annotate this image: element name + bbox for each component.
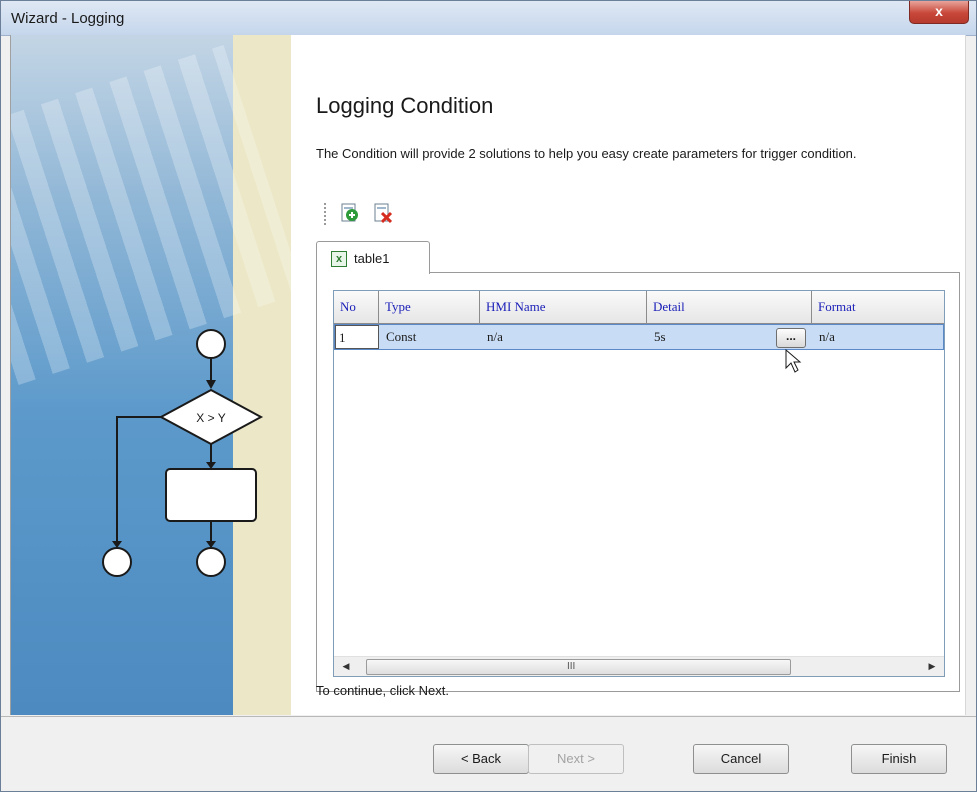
scrollbar-grip: III bbox=[567, 661, 576, 672]
wizard-banner: X > Y bbox=[11, 35, 291, 715]
mouse-pointer-icon bbox=[785, 349, 802, 373]
next-button[interactable]: Next > bbox=[528, 744, 624, 774]
scroll-left-icon[interactable]: ◀ bbox=[338, 658, 354, 675]
add-row-icon bbox=[341, 203, 358, 222]
title-bar[interactable]: Wizard - Logging x bbox=[1, 1, 976, 36]
cell-no[interactable]: 1 bbox=[335, 325, 379, 349]
flow-arrowhead bbox=[206, 462, 216, 469]
flow-connector bbox=[116, 416, 161, 545]
continue-hint: To continue, click Next. bbox=[316, 683, 449, 698]
wizard-content: X > Y Logging Condition The Condition wi… bbox=[10, 35, 966, 715]
column-header-type[interactable]: Type bbox=[379, 291, 480, 323]
wizard-window: Wizard - Logging x X > Y Logging Conditi… bbox=[0, 0, 977, 792]
excel-table-icon: x bbox=[331, 251, 347, 267]
condition-table[interactable]: No Type HMI Name Detail Format 1 Const n… bbox=[333, 290, 945, 677]
table-row[interactable]: 1 Const n/a 5s ... n/a bbox=[334, 324, 944, 350]
scrollbar-thumb[interactable]: III bbox=[366, 659, 791, 675]
flow-process-box bbox=[165, 468, 257, 522]
tab-table1[interactable]: x table1 bbox=[316, 241, 430, 274]
add-row-button[interactable] bbox=[338, 202, 360, 224]
finish-button[interactable]: Finish bbox=[851, 744, 947, 774]
table-header-row: No Type HMI Name Detail Format bbox=[334, 291, 944, 324]
cell-detail[interactable]: 5s bbox=[648, 325, 776, 349]
window-title: Wizard - Logging bbox=[11, 10, 125, 27]
cell-hmi-name[interactable]: n/a bbox=[481, 325, 648, 349]
wizard-button-bar: < Back Next > Cancel Finish bbox=[1, 716, 976, 791]
close-button[interactable]: x bbox=[909, 1, 969, 24]
delete-row-button[interactable] bbox=[372, 202, 394, 224]
flow-end-circle bbox=[102, 547, 132, 577]
scroll-right-icon[interactable]: ▶ bbox=[924, 658, 940, 675]
cell-format[interactable]: n/a bbox=[813, 325, 943, 349]
column-header-no[interactable]: No bbox=[334, 291, 379, 323]
flow-end-circle bbox=[196, 547, 226, 577]
column-header-format[interactable]: Format bbox=[812, 291, 944, 323]
column-header-detail[interactable]: Detail bbox=[647, 291, 812, 323]
close-icon: x bbox=[935, 3, 943, 19]
page-description: The Condition will provide 2 solutions t… bbox=[316, 146, 857, 161]
toolbar-grip bbox=[324, 203, 326, 225]
flow-start-circle bbox=[196, 329, 226, 359]
flowchart-illustration: X > Y bbox=[102, 329, 264, 577]
flow-decision-label: X > Y bbox=[196, 411, 225, 425]
page-title: Logging Condition bbox=[316, 93, 494, 118]
flow-arrowhead bbox=[206, 541, 216, 548]
tab-panel: No Type HMI Name Detail Format 1 Const n… bbox=[316, 272, 960, 692]
detail-browse-button[interactable]: ... bbox=[776, 328, 806, 348]
horizontal-scrollbar[interactable]: ◀ III ▶ bbox=[334, 656, 944, 676]
back-button[interactable]: < Back bbox=[433, 744, 529, 774]
tab-label: table1 bbox=[354, 251, 390, 266]
cancel-button[interactable]: Cancel bbox=[693, 744, 789, 774]
flow-arrowhead bbox=[206, 380, 216, 389]
column-header-hmi-name[interactable]: HMI Name bbox=[480, 291, 647, 323]
delete-row-icon bbox=[374, 203, 393, 224]
cell-type[interactable]: Const bbox=[380, 325, 481, 349]
flow-arrowhead bbox=[112, 541, 122, 548]
